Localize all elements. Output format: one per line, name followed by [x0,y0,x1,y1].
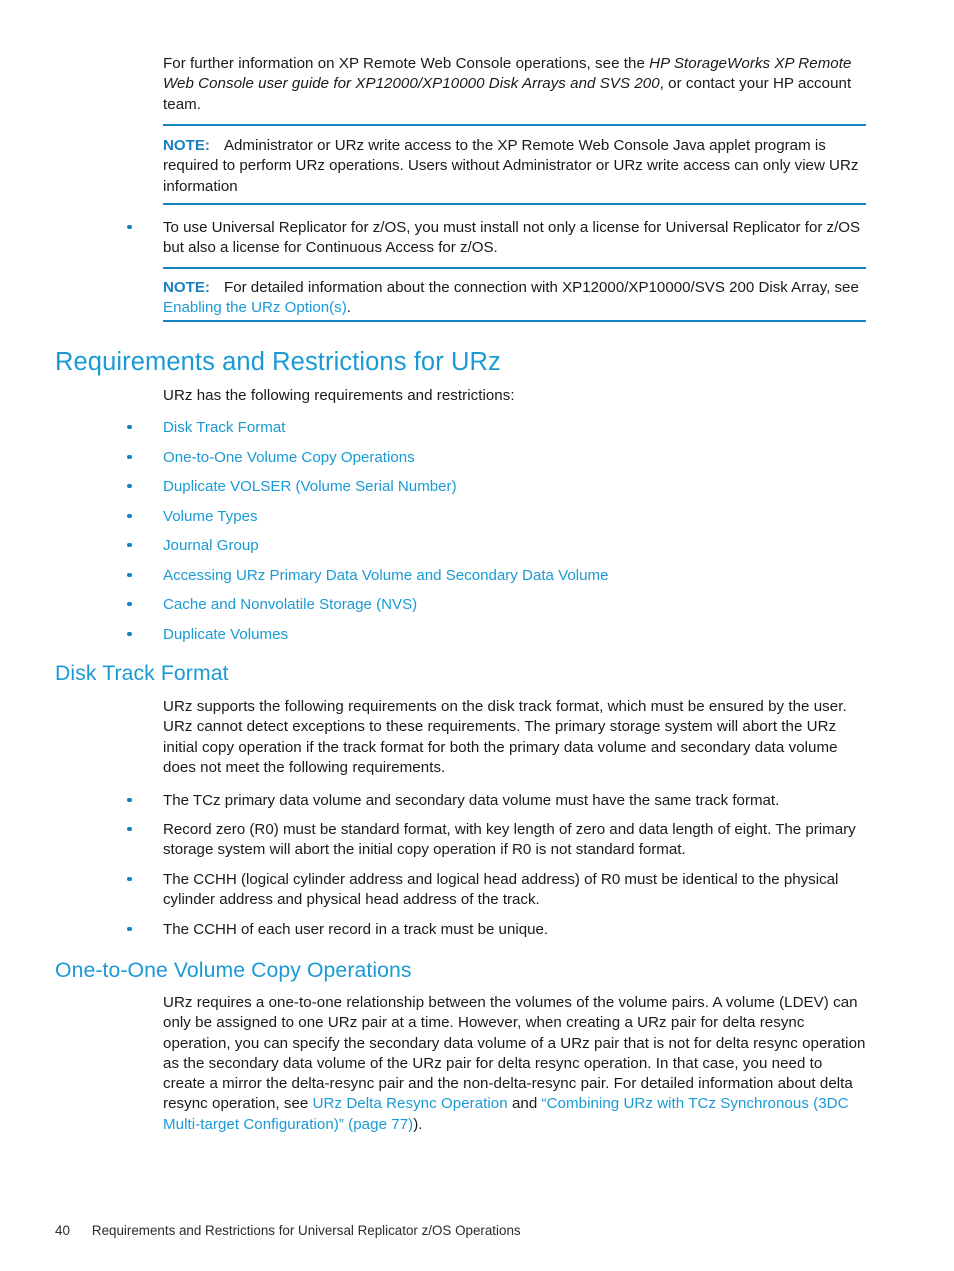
list-item[interactable]: Cache and Nonvolatile Storage (NVS) [127,595,872,615]
list-item[interactable]: Volume Types [127,507,872,527]
list-item: Record zero (R0) must be standard format… [127,820,872,861]
bullet-icon [127,224,132,230]
note-1-top-rule [163,124,866,126]
bullet-icon [127,826,132,832]
link-urz-delta-resync-operation[interactable]: URz Delta Resync Operation [313,1095,508,1112]
link-duplicate-volumes[interactable]: Duplicate Volumes [163,625,872,645]
link-accessing-urz-primary-secondary-data-volume[interactable]: Accessing URz Primary Data Volume and Se… [163,566,872,586]
bullet-icon [127,572,132,578]
note-2: NOTE: For detailed information about the … [163,278,868,319]
list-item[interactable]: One-to-One Volume Copy Operations [127,448,872,468]
footer-page-number: 40 [55,1223,70,1238]
disk-track-bullet-4: The CCHH of each user record in a track … [163,921,549,938]
intro-paragraph: For further information on XP Remote Web… [163,54,868,115]
note-2-text-part-1: For detailed information about the conne… [223,279,859,296]
section-heading-one-to-one-volume-copy-operations: One-to-One Volume Copy Operations [55,959,412,982]
disk-track-format-paragraph: URz supports the following requirements … [163,698,847,776]
bullet-icon [127,454,132,460]
note-2-label: NOTE: [163,279,210,296]
footer-title: Requirements and Restrictions for Univer… [91,1223,521,1238]
note-1-text: Administrator or URz write access to the… [163,137,859,195]
page-title: Requirements and Restrictions for URz [55,348,501,376]
note-2-bottom-rule [163,320,866,322]
list-item[interactable]: Journal Group [127,536,872,556]
note-2-top-rule [163,267,866,269]
intro-part-1: For further information on XP Remote Web… [163,55,650,72]
one-to-one-part-3: ). [413,1115,423,1133]
list-item: The TCz primary data volume and secondar… [127,791,872,811]
bullet-license-text: To use Universal Replicator for z/OS, yo… [163,219,861,257]
bullet-icon [127,797,132,803]
list-item[interactable]: Duplicate Volumes [127,625,872,645]
link-cache-and-nonvolatile-storage[interactable]: Cache and Nonvolatile Storage (NVS) [163,595,872,615]
link-one-to-one-volume-copy-operations[interactable]: One-to-One Volume Copy Operations [163,448,872,468]
link-disk-track-format[interactable]: Disk Track Format [163,418,872,438]
note-1-bottom-rule [163,203,866,205]
bullet-icon [127,926,132,932]
bullet-icon [127,542,132,548]
list-item[interactable]: Accessing URz Primary Data Volume and Se… [127,566,872,586]
requirements-intro-text: URz has the following requirements and r… [163,387,515,404]
page-footer: 40 Requirements and Restrictions for Univ… [55,1222,521,1239]
list-item: The CCHH (logical cylinder address and l… [127,870,872,911]
link-duplicate-volser[interactable]: Duplicate VOLSER (Volume Serial Number) [163,477,872,497]
disk-track-bullet-3: The CCHH (logical cylinder address and l… [163,871,839,909]
list-item: The CCHH of each user record in a track … [127,920,872,940]
disk-track-bullet-2: Record zero (R0) must be standard format… [163,821,856,859]
link-journal-group[interactable]: Journal Group [163,536,872,556]
link-volume-types[interactable]: Volume Types [163,507,872,527]
bullet-icon [127,601,132,607]
link-enabling-urz-options[interactable]: Enabling the URz Option(s) [163,299,347,316]
bullet-icon [127,513,132,519]
bullet-icon [127,483,132,489]
note-2-text-part-2: . [346,299,351,317]
disk-track-bullet-1: The TCz primary data volume and secondar… [163,792,780,809]
list-item: To use Universal Replicator for z/OS, yo… [127,218,872,259]
one-to-one-part-2: and [507,1095,542,1113]
note-1: NOTE: Administrator or URz write access t… [163,136,868,197]
bullet-icon [127,631,132,637]
bullet-icon [127,876,132,882]
one-to-one-paragraph: URz requires a one-to-one relationship b… [163,993,868,1135]
section-heading-disk-track-format: Disk Track Format [55,662,229,685]
document-page: For further information on XP Remote Web… [0,0,954,1271]
bullet-icon [127,424,132,430]
list-item[interactable]: Duplicate VOLSER (Volume Serial Number) [127,477,872,497]
list-item[interactable]: Disk Track Format [127,418,872,438]
note-1-label: NOTE: [163,137,210,154]
